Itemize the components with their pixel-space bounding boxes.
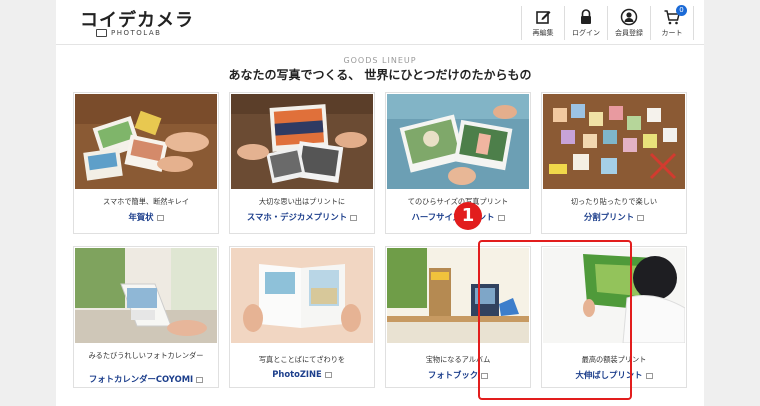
card-description: 大切な思い出はプリントに xyxy=(258,197,346,206)
product-card-nengajo[interactable]: スマホで簡単、断然キレイ 年賀状 xyxy=(73,92,219,234)
main-content: コイデカメラ PHOTOLAB 再編集 ログイン 会員登録 0 カート GOOD… xyxy=(56,0,704,406)
external-link-icon xyxy=(324,371,332,378)
external-link-icon xyxy=(497,214,505,221)
product-card-large-print[interactable]: 最高の额装プリント 大伸ばしプリント xyxy=(541,246,687,388)
large-print-photo xyxy=(543,248,685,343)
nengajo-photo xyxy=(75,94,217,189)
card-title-text: 大伸ばしプリント xyxy=(575,370,643,380)
external-link-icon xyxy=(637,214,645,221)
product-card-print[interactable]: 大切な思い出はプリントに スマホ・デジカメプリント xyxy=(229,92,375,234)
section-eyebrow: GOODS LINEUP xyxy=(343,56,417,65)
re-edit-button[interactable]: 再編集 xyxy=(521,6,564,40)
re-edit-label: 再編集 xyxy=(532,29,554,37)
login-button[interactable]: ログイン xyxy=(564,6,607,40)
cart-count-badge: 0 xyxy=(676,5,687,16)
left-margin xyxy=(0,0,56,406)
card-title-text: PhotoZINE xyxy=(272,369,322,379)
card-title[interactable]: スマホ・デジカメプリント xyxy=(230,211,374,223)
section-tagline: あなたの写真でつくる、 世界にひとつだけのたからもの xyxy=(228,68,532,82)
card-title-text: スマホ・デジカメプリント xyxy=(246,212,348,222)
logo-subtitle-text: PHOTOLAB xyxy=(111,29,162,37)
logo-subtitle: PHOTOLAB xyxy=(96,29,176,37)
user-icon xyxy=(620,8,638,26)
card-title[interactable]: 大伸ばしプリント xyxy=(542,369,686,381)
cart-button[interactable]: 0 カート xyxy=(650,5,694,40)
login-label: ログイン xyxy=(572,29,600,37)
register-button[interactable]: 会員登録 xyxy=(607,6,650,40)
product-card-photozine[interactable]: 写真とことばにてざわりを PhotoZINE xyxy=(229,246,375,388)
right-margin xyxy=(704,0,760,406)
page: コイデカメラ PHOTOLAB 再編集 ログイン 会員登録 0 カート GOOD… xyxy=(0,0,760,406)
card-title-text: ハーフサイズプリント xyxy=(411,212,495,222)
half-print-photo xyxy=(387,94,529,189)
header-nav: 再編集 ログイン 会員登録 0 カート xyxy=(521,5,694,40)
product-card-calendar[interactable]: みるたびうれしいフォトカレンダー フォトカレンダーCOYOMI xyxy=(73,246,219,388)
external-link-icon xyxy=(156,214,164,221)
external-link-icon xyxy=(645,372,653,379)
split-print-photo xyxy=(543,94,685,189)
card-description: 最高の额装プリント xyxy=(581,355,647,364)
print-photo xyxy=(231,94,373,189)
cart-label: カート xyxy=(661,29,683,37)
external-link-icon xyxy=(481,372,489,379)
card-title[interactable]: PhotoZINE xyxy=(230,369,374,379)
camera-icon xyxy=(96,29,107,37)
external-link-icon xyxy=(196,376,204,383)
card-title[interactable]: フォトブック xyxy=(386,369,530,381)
card-title-text: フォトブック xyxy=(427,370,479,380)
external-link-icon xyxy=(350,214,358,221)
card-title-text: 年賀状 xyxy=(128,212,154,222)
register-label: 会員登録 xyxy=(615,29,643,37)
card-description: スマホで簡単、断然キレイ xyxy=(102,197,190,206)
site-logo[interactable]: コイデカメラ PHOTOLAB xyxy=(80,6,194,37)
card-title[interactable]: 年賀状 xyxy=(74,211,218,223)
card-title[interactable]: フォトカレンダーCOYOMI xyxy=(74,373,218,385)
card-description: 写真とことばにてざわりを xyxy=(258,355,346,364)
calendar-photo xyxy=(75,248,217,343)
card-description: 切ったり貼ったりで楽しい xyxy=(570,197,658,206)
card-title-text: 分割プリント xyxy=(583,212,635,222)
step-number-badge: 1 xyxy=(454,202,482,230)
photozine-photo xyxy=(231,248,373,343)
card-description: みるたびうれしいフォトカレンダー xyxy=(88,351,204,360)
card-title-text: フォトカレンダーCOYOMI xyxy=(88,374,194,384)
product-card-split-print[interactable]: 切ったり貼ったりで楽しい 分割プリント xyxy=(541,92,687,234)
card-title[interactable]: 分割プリント xyxy=(542,211,686,223)
edit-icon xyxy=(536,11,551,24)
site-header: コイデカメラ PHOTOLAB 再編集 ログイン 会員登録 0 カート xyxy=(56,0,704,45)
card-description: 宝物になるアルバム xyxy=(425,355,491,364)
photobook-photo xyxy=(387,248,529,343)
product-card-photobook[interactable]: 宝物になるアルバム フォトブック xyxy=(385,246,531,388)
lock-icon xyxy=(581,9,591,24)
